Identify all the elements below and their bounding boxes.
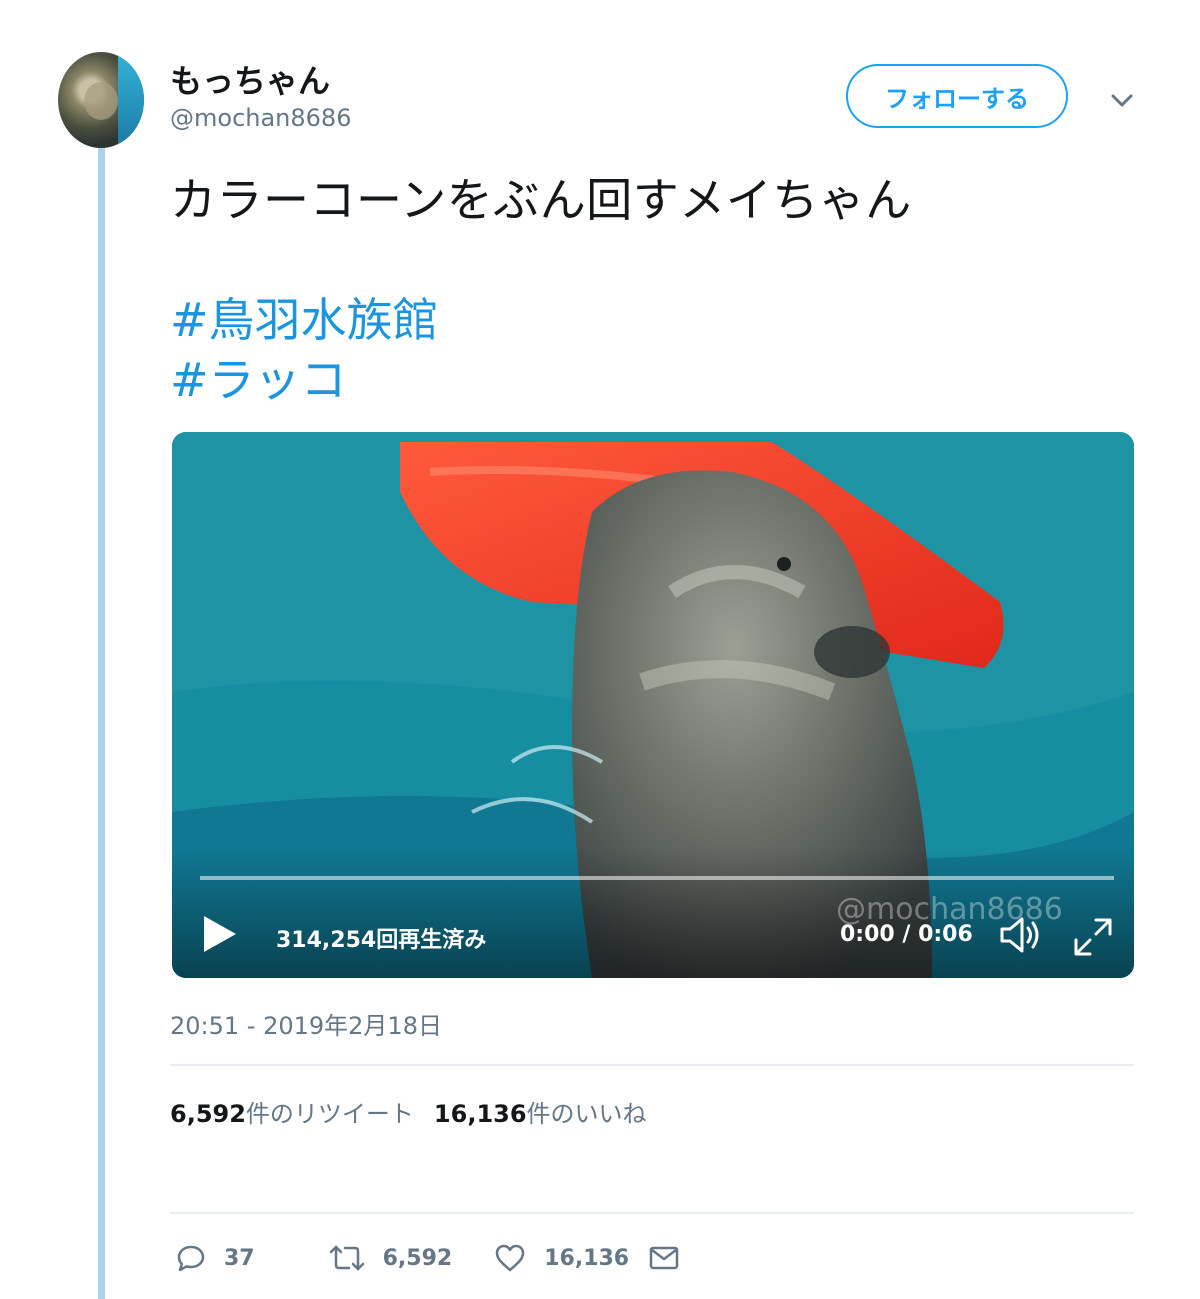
reply-button[interactable]: 37 [176,1243,255,1273]
message-button[interactable] [649,1245,697,1271]
like-count[interactable]: 16,136 [434,1100,527,1128]
retweet-button[interactable]: 6,592 [329,1243,453,1273]
thread-line [98,148,105,1299]
fullscreen-icon[interactable] [1072,916,1114,958]
divider [170,1212,1134,1214]
like-action-count: 16,136 [544,1245,630,1271]
video-time: 0:00 / 0:06 [840,922,973,947]
retweet-count-label: 件のリツイート [245,1100,414,1128]
retweet-icon [329,1245,364,1271]
like-button[interactable]: 16,136 [494,1243,629,1273]
avatar-backdrop [118,52,144,148]
play-icon[interactable] [202,914,238,954]
tweet-timestamp[interactable]: 20:51 - 2019年2月18日 [170,1006,442,1041]
avatar[interactable] [58,52,144,148]
tweet-stats: 6,592件のリツイート 16,136件のいいね [170,1094,647,1129]
tweet-text: カラーコーンをぶん回すメイちゃん [170,173,912,227]
view-count: 314,254回再生済み [276,928,487,953]
retweet-count[interactable]: 6,592 [170,1100,246,1128]
message-icon [649,1246,679,1270]
hashtag-link[interactable]: #ラッコ [170,350,347,410]
follow-button-label: フォローする [885,84,1029,113]
hashtag-link[interactable]: #鳥羽水族館 [170,290,439,350]
like-icon [495,1244,525,1272]
chevron-down-icon[interactable] [1106,84,1138,116]
like-count-label: 件のいいね [526,1100,647,1128]
reply-count: 37 [224,1245,255,1271]
video-progress-bar[interactable] [200,876,1114,880]
reply-icon [177,1245,205,1272]
avatar-face [84,82,118,120]
volume-icon[interactable] [998,914,1044,956]
user-handle[interactable]: @mochan8686 [170,104,351,132]
follow-button[interactable]: フォローする [846,64,1068,128]
tweet-actions: 37 6,592 16,136 [176,1238,739,1278]
divider [170,1064,1134,1066]
retweet-action-count: 6,592 [382,1245,453,1271]
display-name[interactable]: もっちゃん [170,56,330,102]
video-player[interactable]: 314,254回再生済み @mochan8686 0:00 / 0:06 [172,432,1134,978]
